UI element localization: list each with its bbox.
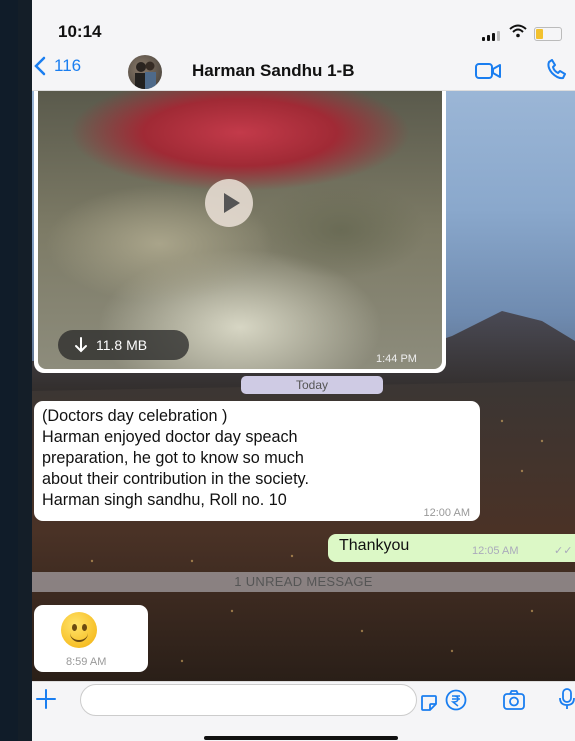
outgoing-message[interactable]: Thankyou 12:05 AM ✓✓ [328,534,575,562]
message-line: Harman singh sandhu, Roll no. 10 [42,491,287,509]
microphone-icon[interactable] [559,687,575,711]
message-timestamp: 12:00 AM [423,507,470,519]
input-bar [32,681,575,741]
plus-icon[interactable] [34,687,58,711]
emoji-eye [72,624,77,631]
emoji-message[interactable]: 8:59 AM [34,605,148,672]
background-edge [18,0,32,741]
payment-rupee-icon[interactable] [445,689,467,711]
video-thumbnail[interactable]: 11.8 MB 1:44 PM [38,91,442,369]
emoji-mouth [70,631,88,642]
home-indicator [204,736,398,740]
sticker-icon[interactable] [420,694,438,712]
contact-name[interactable]: Harman Sandhu 1-B [192,61,354,81]
download-arrow-icon [75,337,87,353]
date-divider: Today [241,376,383,394]
phone-screen: 10:14 116 Harman Sandhu 1-B 11.8 MB 1:44… [32,0,575,741]
outgoing-text: Thankyou [339,537,410,554]
message-line: about their contribution in the society. [42,470,309,488]
status-time: 10:14 [58,22,102,41]
message-line: (Doctors day celebration ) [42,407,228,425]
video-timestamp: 1:44 PM [376,353,417,365]
video-size: 11.8 MB [96,337,148,353]
smiley-emoji-icon [61,612,97,648]
avatar[interactable] [128,55,162,89]
emoji-timestamp: 8:59 AM [66,656,107,668]
wifi-icon [509,24,527,38]
video-message[interactable]: 11.8 MB 1:44 PM [34,91,446,373]
camera-icon[interactable] [502,689,526,711]
play-button[interactable] [205,179,253,227]
status-bar: 10:14 [32,0,575,48]
signal-icon [482,31,500,41]
unread-banner: 1 UNREAD MESSAGE [32,572,575,592]
read-ticks-icon: ✓✓ [554,545,573,557]
chat-area: 11.8 MB 1:44 PM Today (Doctors day celeb… [32,91,575,681]
chevron-left-icon [34,56,46,76]
message-line: preparation, he got to know so much [42,449,304,467]
back-button[interactable]: 116 [34,56,81,76]
video-call-icon[interactable] [475,62,501,80]
download-button[interactable]: 11.8 MB [58,330,189,360]
text-message[interactable]: (Doctors day celebration ) Harman enjoye… [34,401,480,521]
outgoing-timestamp: 12:05 AM [472,545,519,557]
emoji-eye [82,624,87,631]
message-input[interactable] [80,684,437,716]
chat-header: 116 Harman Sandhu 1-B [32,48,575,91]
battery-icon [534,27,562,41]
back-count: 116 [54,56,82,75]
phone-call-icon[interactable] [546,59,575,81]
message-line: Harman enjoyed doctor day speach [42,428,298,446]
